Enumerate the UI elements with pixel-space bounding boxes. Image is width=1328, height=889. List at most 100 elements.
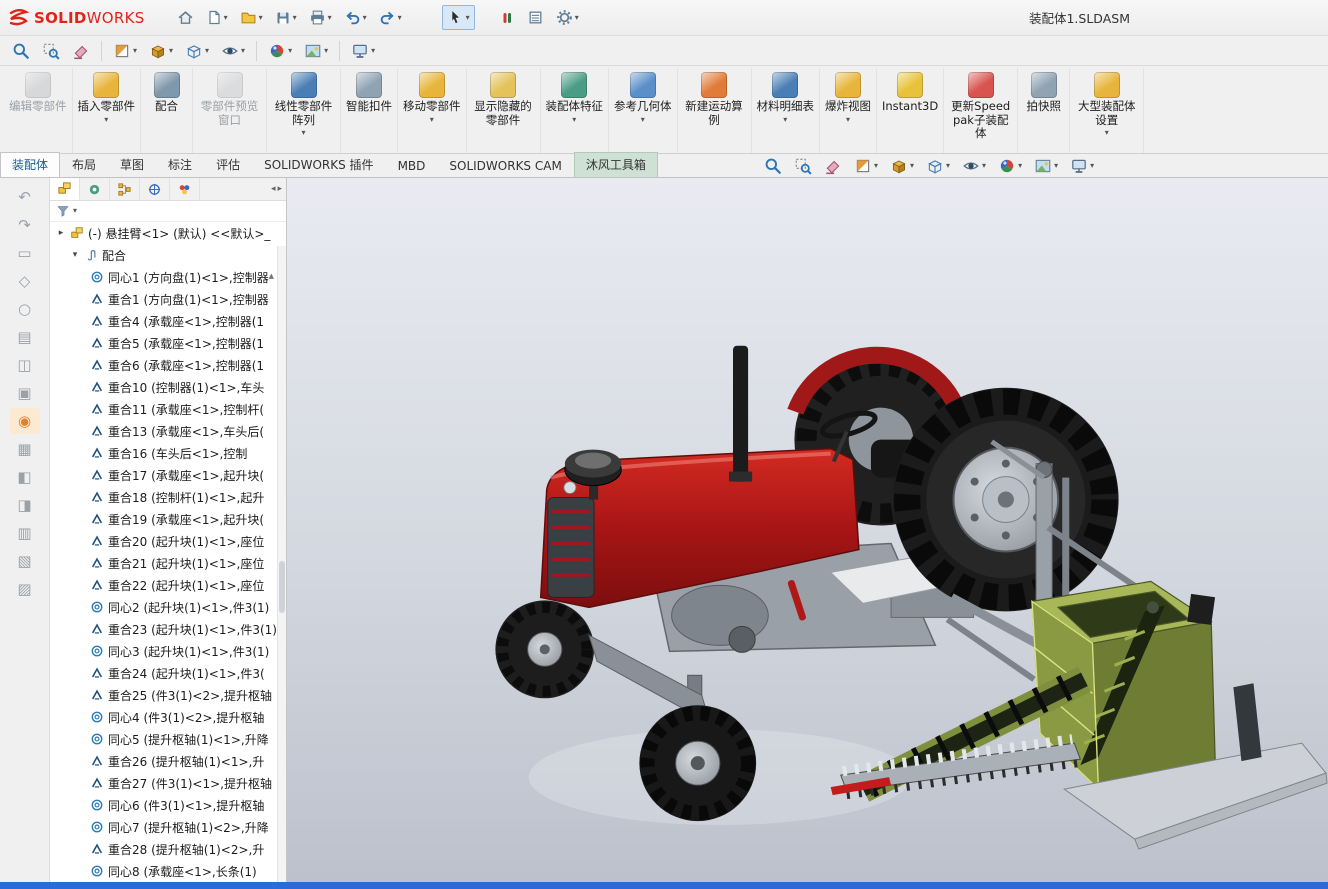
mate-tree-item[interactable]: 重合13 (承载座<1>,车头后( — [50, 420, 286, 442]
display-style-button[interactable]: ▾ — [144, 38, 178, 64]
previous-view-button[interactable] — [819, 153, 847, 179]
ribbon-button[interactable]: 配合 ▾ — [141, 68, 193, 153]
mate-tree-item[interactable]: 重合5 (承载座<1>,控制器(1 — [50, 332, 286, 354]
docked-toolbar-button[interactable]: ▣ — [10, 380, 40, 406]
propertymanager-tab[interactable] — [80, 178, 110, 200]
docked-toolbar-button[interactable]: ◇ — [10, 268, 40, 294]
ribbon-button[interactable]: Instant3D ▾ — [877, 68, 944, 153]
tree-root-component[interactable]: ▸ (-) 悬挂臂<1> (默认) <<默认>_ — [50, 222, 286, 244]
viewport-3d-scene[interactable] — [287, 178, 1328, 882]
docked-toolbar-button[interactable]: ◉ — [10, 408, 40, 434]
dropdown-caret-icon[interactable]: ▾ — [241, 47, 245, 55]
hide-show-items-button[interactable]: ▾ — [216, 38, 250, 64]
mate-tree-item[interactable]: 重合26 (提升枢轴(1)<1>,升 — [50, 750, 286, 772]
zoom-fit-button[interactable] — [7, 38, 35, 64]
open-document-button[interactable]: ▾ — [235, 5, 268, 30]
dropdown-caret-icon[interactable]: ▾ — [363, 14, 367, 22]
zoom-area-button[interactable] — [37, 38, 65, 64]
mates-folder[interactable]: ▾ 配合 — [50, 244, 286, 266]
mate-tree-item[interactable]: 重合18 (控制杆(1)<1>,起升 — [50, 486, 286, 508]
dropdown-caret-icon[interactable]: ▾ — [288, 47, 292, 55]
docked-toolbar-button[interactable]: ▤ — [10, 324, 40, 350]
mate-tree-item[interactable]: 同心4 (件3(1)<2>,提升枢轴 — [50, 706, 286, 728]
dropdown-caret-icon[interactable]: ▾ — [874, 162, 878, 170]
ribbon-button[interactable]: 新建运动算例 ▾ — [678, 68, 752, 153]
front-wheel-far[interactable] — [495, 600, 594, 698]
mate-tree-item[interactable]: 同心6 (件3(1)<1>,提升枢轴 — [50, 794, 286, 816]
view-orientation-button[interactable]: ▾ — [180, 38, 214, 64]
dropdown-caret-icon[interactable]: ▾ — [224, 14, 228, 22]
display-style-button[interactable]: ▾ — [885, 153, 919, 179]
zoom-area-button[interactable] — [789, 153, 817, 179]
rear-wheel-near[interactable] — [893, 388, 1119, 612]
dropdown-caret-icon[interactable]: ▾ — [910, 162, 914, 170]
docked-toolbar-button[interactable]: ◫ — [10, 352, 40, 378]
ribbon-button[interactable]: 拍快照 ▾ — [1018, 68, 1070, 153]
dropdown-caret-icon[interactable]: ▾ — [205, 47, 209, 55]
docked-toolbar-button[interactable]: ○ — [10, 296, 40, 322]
featuremanager-tab[interactable] — [50, 178, 80, 200]
performance-monitor-button[interactable] — [494, 6, 520, 30]
ribbon-button[interactable]: 材料明细表 ▾ — [752, 68, 821, 153]
edit-appearance-button[interactable]: ▾ — [993, 153, 1027, 179]
dropdown-caret-icon[interactable]: ▾ — [1018, 162, 1022, 170]
dropdown-caret-icon[interactable]: ▾ — [946, 162, 950, 170]
ribbon-button[interactable]: 线性零部件阵列 ▾ — [267, 68, 341, 153]
dropdown-caret-icon[interactable]: ▾ — [328, 14, 332, 22]
mate-tree-item[interactable]: 重合28 (提升枢轴(1)<2>,升 — [50, 838, 286, 860]
configurationmanager-tab[interactable] — [110, 178, 140, 200]
docked-toolbar-button[interactable]: ▧ — [10, 548, 40, 574]
ribbon-button[interactable]: 移动零部件 ▾ — [398, 68, 467, 153]
new-document-button[interactable]: ▾ — [201, 5, 233, 30]
view-settings-button[interactable]: ▾ — [1065, 153, 1099, 179]
ribbon-button[interactable]: 显示隐藏的零部件 ▾ — [467, 68, 541, 153]
save-button[interactable]: ▾ — [270, 6, 302, 30]
zoom-fit-button[interactable] — [759, 153, 787, 179]
ribbon-button[interactable]: 大型装配体设置 ▾ — [1070, 68, 1144, 153]
displaymanager-tab[interactable] — [170, 178, 200, 200]
mate-tree-item[interactable]: 同心8 (承载座<1>,长条(1) — [50, 860, 286, 882]
mate-tree-item[interactable]: 同心5 (提升枢轴(1)<1>,升降 — [50, 728, 286, 750]
tab-scroll-left-icon[interactable]: ◂ — [271, 184, 276, 194]
previous-view-button[interactable] — [67, 38, 95, 64]
view-settings-button[interactable]: ▾ — [346, 38, 380, 64]
docked-toolbar-button[interactable]: ▭ — [10, 240, 40, 266]
options-button[interactable]: ▾ — [551, 5, 584, 30]
mate-tree-item[interactable]: 同心7 (提升枢轴(1)<2>,升降 — [50, 816, 286, 838]
docked-toolbar-button[interactable]: ◧ — [10, 464, 40, 490]
edit-appearance-button[interactable]: ▾ — [263, 38, 297, 64]
dropdown-caret-icon[interactable]: ▾ — [398, 14, 402, 22]
mate-tree-item[interactable]: 重合22 (起升块(1)<1>,座位 — [50, 574, 286, 596]
ribbon-button[interactable]: 智能扣件 ▾ — [341, 68, 398, 153]
tree-scrollbar[interactable] — [277, 246, 286, 882]
ribbon-button[interactable]: 插入零部件 ▾ — [73, 68, 142, 153]
section-view-button[interactable]: ▾ — [849, 153, 883, 179]
dropdown-caret-icon[interactable]: ▾ — [301, 129, 305, 137]
front-wheel-near[interactable] — [639, 705, 756, 821]
select-tool-button[interactable]: ▾ — [442, 5, 475, 30]
redo-button[interactable]: ▾ — [374, 5, 407, 30]
dropdown-caret-icon[interactable]: ▾ — [73, 207, 77, 215]
dropdown-caret-icon[interactable]: ▾ — [133, 47, 137, 55]
undo-button[interactable]: ▾ — [339, 5, 372, 30]
mate-tree-item[interactable]: 重合21 (起升块(1)<1>,座位 — [50, 552, 286, 574]
dropdown-caret-icon[interactable]: ▾ — [846, 116, 850, 124]
docked-toolbar-button[interactable]: ▨ — [10, 576, 40, 602]
dropdown-caret-icon[interactable]: ▾ — [104, 116, 108, 124]
tree-scrollbar-thumb[interactable] — [279, 561, 285, 613]
mate-tree-item[interactable]: 重合6 (承载座<1>,控制器(1 — [50, 354, 286, 376]
mate-tree-item[interactable]: 重合20 (起升块(1)<1>,座位 — [50, 530, 286, 552]
view-orientation-button[interactable]: ▾ — [921, 153, 955, 179]
mate-tree-item[interactable]: 重合11 (承载座<1>,控制杆( — [50, 398, 286, 420]
command-tab[interactable]: 布局 — [60, 152, 108, 177]
mate-tree-item[interactable]: 重合17 (承载座<1>,起升块( — [50, 464, 286, 486]
ribbon-button[interactable]: 更新Speedpak子装配体 ▾ — [944, 68, 1018, 153]
command-tab[interactable]: 沐风工具箱 — [574, 152, 658, 177]
dropdown-caret-icon[interactable]: ▾ — [575, 14, 579, 22]
mate-tree-item[interactable]: 重合4 (承载座<1>,控制器(1 — [50, 310, 286, 332]
mate-tree-item[interactable]: 重合24 (起升块(1)<1>,件3( — [50, 662, 286, 684]
docked-toolbar-button[interactable]: ◨ — [10, 492, 40, 518]
mate-tree-item[interactable]: 重合27 (件3(1)<1>,提升枢轴 — [50, 772, 286, 794]
mate-tree-item[interactable]: 重合25 (件3(1)<2>,提升枢轴 — [50, 684, 286, 706]
mate-tree-item[interactable]: 重合1 (方向盘(1)<1>,控制器 — [50, 288, 286, 310]
